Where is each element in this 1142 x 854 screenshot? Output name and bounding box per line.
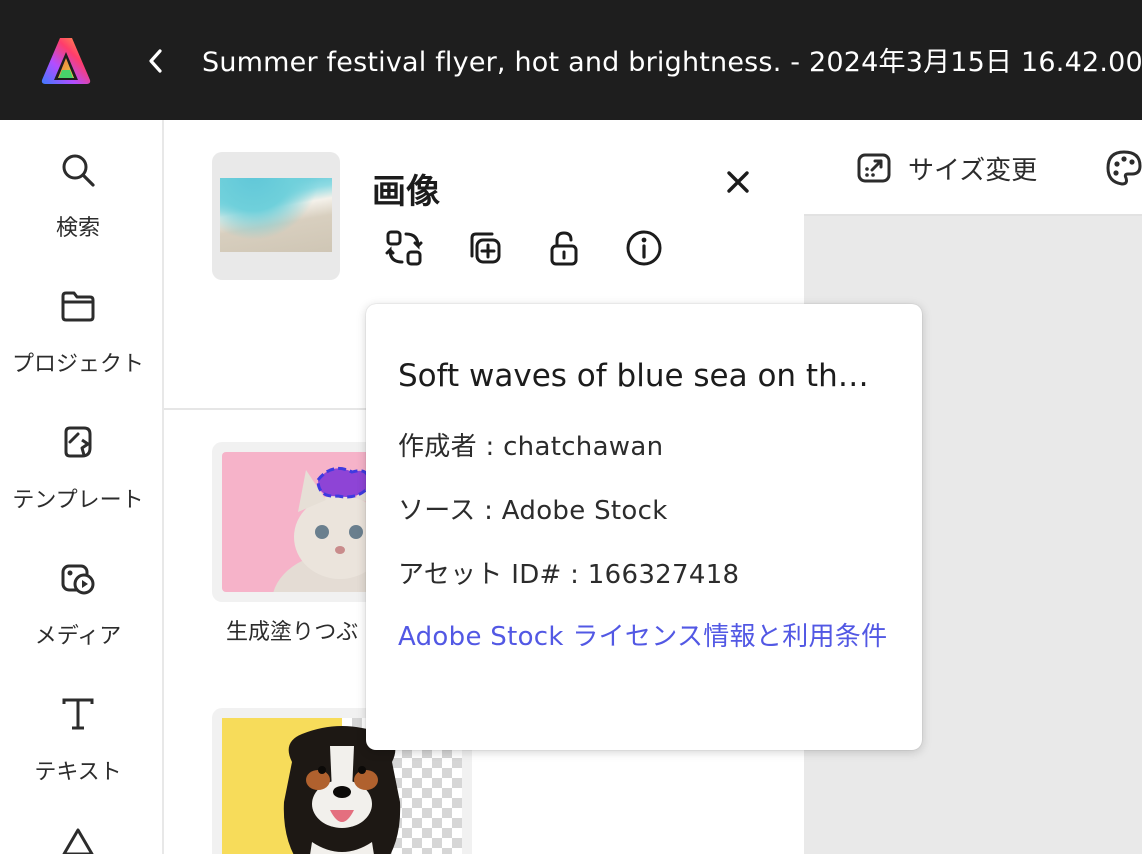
resize-button[interactable]: サイズ変更 bbox=[856, 148, 1037, 188]
sidebar-item-more[interactable] bbox=[0, 826, 162, 854]
sidebar-item-label: プロジェクト bbox=[11, 352, 144, 377]
selected-image-thumbnail[interactable] bbox=[212, 152, 340, 280]
resize-icon bbox=[857, 153, 891, 183]
duplicate-button[interactable] bbox=[464, 228, 504, 268]
info-button[interactable] bbox=[624, 228, 664, 268]
adobe-express-logo[interactable] bbox=[40, 34, 92, 86]
sidebar-item-media[interactable]: メディア bbox=[0, 558, 162, 678]
shapes-icon bbox=[62, 828, 94, 854]
close-icon bbox=[727, 171, 749, 193]
sidebar-item-projects[interactable]: プロジェクト bbox=[0, 286, 162, 406]
license-terms-link[interactable]: Adobe Stock ライセンス情報と利用条件 bbox=[398, 614, 898, 660]
panel-title: 画像 bbox=[372, 172, 440, 212]
sidebar-item-label: 検索 bbox=[55, 216, 100, 241]
lock-toggle-button[interactable] bbox=[544, 228, 584, 268]
sidebar-item-label: メディア bbox=[34, 624, 122, 649]
resize-label: サイズ変更 bbox=[908, 155, 1038, 186]
palette-icon bbox=[1106, 150, 1142, 186]
card-label: 生成塗りつぶ bbox=[226, 620, 359, 645]
sidebar-item-label: テキスト bbox=[34, 760, 122, 785]
asset-id: アセット ID# : 166327418 bbox=[398, 560, 740, 590]
close-button[interactable] bbox=[720, 164, 756, 200]
sidebar-item-templates[interactable]: テンプレート bbox=[0, 422, 162, 542]
text-icon bbox=[62, 698, 94, 730]
title-bar: Summer festival flyer, hot and brightnes… bbox=[0, 0, 1142, 120]
replace-button[interactable] bbox=[384, 228, 424, 268]
replace-icon bbox=[385, 230, 423, 266]
template-icon bbox=[64, 426, 92, 458]
info-icon bbox=[626, 230, 662, 266]
asset-title: Soft waves of blue sea on th… bbox=[398, 358, 869, 394]
document-title[interactable]: Summer festival flyer, hot and brightnes… bbox=[202, 42, 1142, 84]
asset-source: ソース : Adobe Stock bbox=[398, 496, 668, 526]
chevron-left-icon bbox=[149, 49, 162, 73]
sidebar-item-search[interactable]: 検索 bbox=[0, 150, 162, 270]
unlock-icon bbox=[550, 231, 578, 266]
back-button[interactable] bbox=[140, 42, 172, 80]
asset-author: 作成者 : chatchawan bbox=[398, 432, 664, 462]
left-sidebar: 検索 プロジェクト テンプレート メディア テキスト bbox=[0, 120, 164, 854]
canvas-toolbar: サイズ変更 bbox=[804, 120, 1142, 216]
theme-palette-button[interactable] bbox=[1104, 148, 1142, 188]
folder-icon bbox=[61, 291, 95, 322]
beach-image bbox=[220, 178, 332, 252]
sidebar-item-label: テンプレート bbox=[12, 488, 144, 513]
asset-info-popover: Soft waves of blue sea on th… 作成者 : chat… bbox=[366, 304, 922, 750]
search-icon bbox=[62, 154, 95, 187]
sidebar-item-text[interactable]: テキスト bbox=[0, 694, 162, 814]
media-icon bbox=[61, 564, 95, 595]
duplicate-icon bbox=[470, 232, 501, 264]
